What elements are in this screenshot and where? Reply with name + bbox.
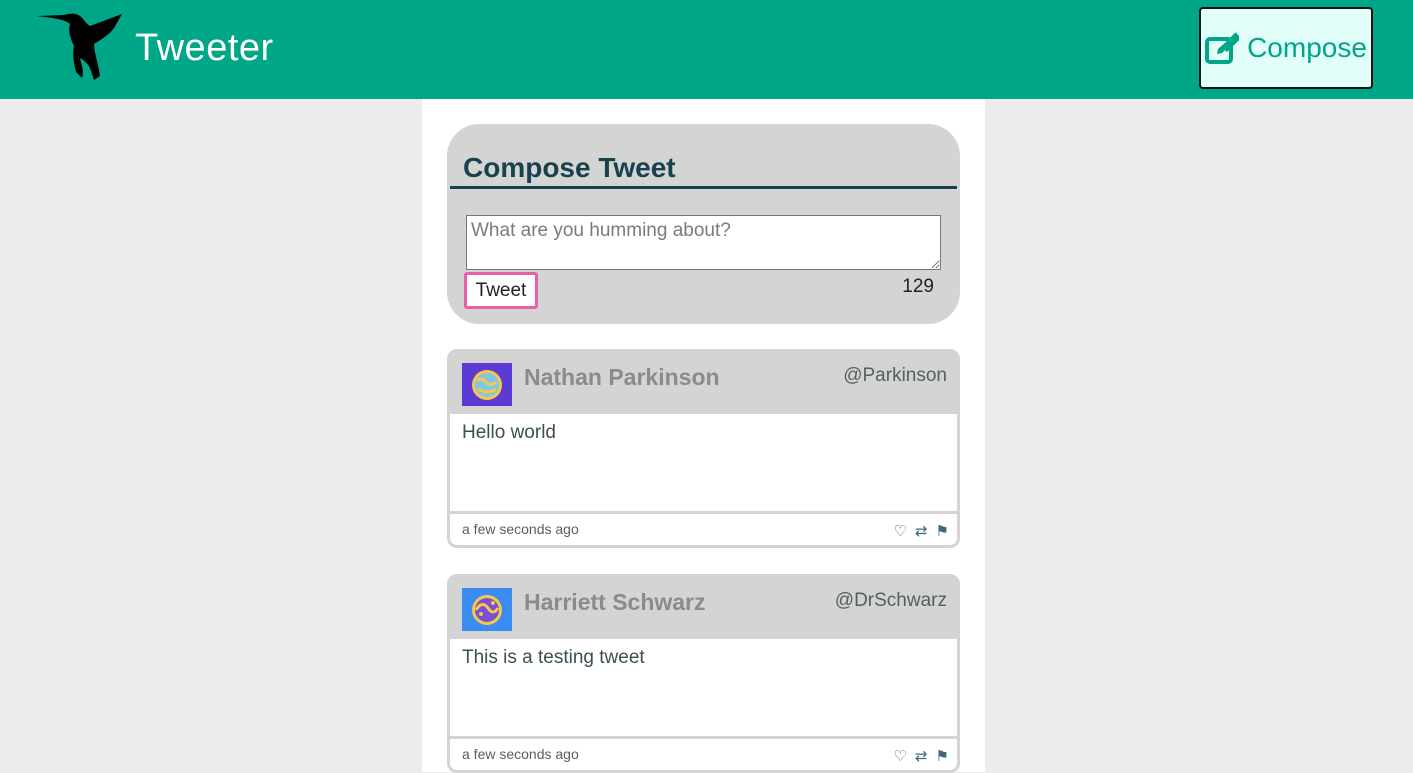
tweet-submit-button[interactable]: Tweet	[464, 272, 538, 309]
retweet-icon[interactable]: ⇄	[915, 522, 928, 540]
tweet-body: This is a testing tweet	[450, 639, 957, 736]
edit-icon	[1205, 32, 1240, 64]
tweet-timestamp: a few seconds ago	[462, 746, 579, 762]
hummingbird-logo-icon	[36, 13, 122, 80]
top-nav-bar: Tweeter Compose	[0, 0, 1413, 99]
tweet-author-handle: @DrSchwarz	[834, 590, 947, 611]
tweet-author-handle: @Parkinson	[843, 365, 947, 386]
tweet-text: Hello world	[462, 422, 556, 443]
tweet-footer: a few seconds ago ♡ ⇄ ⚑	[450, 514, 957, 545]
app-title: Tweeter	[135, 27, 274, 69]
flag-icon[interactable]: ⚑	[936, 522, 949, 540]
tweet-footer: a few seconds ago ♡ ⇄ ⚑	[450, 739, 957, 770]
tweet-textarea[interactable]	[466, 215, 941, 270]
compose-button-label: Compose	[1247, 32, 1367, 63]
tweet-actions: ♡ ⇄ ⚑	[894, 747, 949, 765]
tweet-actions: ♡ ⇄ ⚑	[894, 522, 949, 540]
tweet-card: Harriett Schwarz @DrSchwarz This is a te…	[447, 574, 960, 773]
tweet-text: This is a testing tweet	[462, 647, 645, 668]
flag-icon[interactable]: ⚑	[936, 747, 949, 765]
tweet-header: Harriett Schwarz @DrSchwarz	[450, 577, 957, 639]
character-counter: 129	[902, 276, 934, 297]
tweet-header: Nathan Parkinson @Parkinson	[450, 352, 957, 414]
compose-divider	[450, 186, 957, 189]
avatar	[462, 363, 512, 406]
compose-title: Compose Tweet	[463, 152, 676, 183]
tweet-card: Nathan Parkinson @Parkinson Hello world …	[447, 349, 960, 548]
compose-button[interactable]: Compose	[1199, 7, 1373, 89]
avatar	[462, 588, 512, 631]
heart-icon[interactable]: ♡	[894, 522, 907, 540]
tweet-timestamp: a few seconds ago	[462, 521, 579, 537]
retweet-icon[interactable]: ⇄	[915, 747, 928, 765]
heart-icon[interactable]: ♡	[894, 747, 907, 765]
tweet-body: Hello world	[450, 414, 957, 511]
tweet-author-name: Harriett Schwarz	[524, 589, 706, 615]
tweet-author-name: Nathan Parkinson	[524, 364, 720, 390]
